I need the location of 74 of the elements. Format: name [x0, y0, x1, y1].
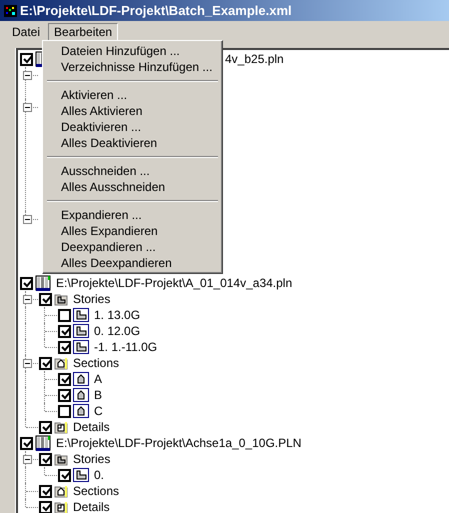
tree-label[interactable]: 1. 13.0G — [94, 308, 140, 322]
checkbox[interactable] — [39, 452, 52, 466]
tree-label[interactable]: Details — [73, 500, 110, 513]
tree-label[interactable]: 0. 12.0G — [94, 324, 140, 338]
tree-label[interactable]: Stories — [73, 452, 110, 466]
checkbox[interactable] — [39, 484, 52, 498]
folder-icon — [54, 484, 68, 498]
menu-option[interactable]: Alles Expandieren — [45, 223, 220, 239]
floor-plan-icon — [73, 324, 89, 338]
checkbox[interactable] — [58, 308, 71, 322]
collapse-icon[interactable] — [23, 103, 32, 112]
house-icon — [73, 404, 89, 418]
menu-option[interactable]: Alles Ausschneiden — [45, 179, 220, 195]
house-icon — [73, 388, 89, 402]
check-icon — [23, 438, 32, 448]
menu-option[interactable]: Aktivieren ... — [45, 87, 220, 103]
folder-icon — [54, 452, 68, 466]
checkbox[interactable] — [39, 356, 52, 370]
checkbox[interactable] — [39, 420, 52, 434]
checkbox[interactable] — [58, 340, 71, 354]
file-path[interactable]: E:\Projekte\LDF-Projekt\A_01_014v_a34.pln — [56, 276, 292, 290]
floor-plan-icon — [73, 340, 89, 354]
checkbox[interactable] — [39, 292, 52, 306]
collapse-icon[interactable] — [23, 359, 32, 368]
check-icon — [42, 422, 51, 432]
menu-option[interactable]: Deaktivieren ... — [45, 119, 220, 135]
menu-option[interactable]: Alles Deexpandieren — [45, 255, 220, 271]
file-path[interactable]: E:\Projekte\LDF-Projekt\Achse1a_0_10G.PLN — [56, 436, 302, 450]
menu-option[interactable]: Alles Aktivieren — [45, 103, 220, 119]
checkbox[interactable] — [58, 372, 71, 386]
folder-icon — [54, 292, 68, 306]
folder-icon — [54, 420, 68, 434]
menu-option[interactable]: Dateien Hinzufügen ... — [45, 43, 220, 59]
menu-option[interactable]: Expandieren ... — [45, 207, 220, 223]
check-icon — [42, 294, 51, 304]
house-icon — [73, 372, 89, 386]
tree-label[interactable]: B — [94, 388, 102, 402]
tree-label[interactable]: Sections — [73, 356, 120, 370]
menu-option[interactable]: Alles Deaktivieren — [45, 135, 220, 151]
collapse-icon[interactable] — [23, 295, 32, 304]
checkbox[interactable] — [58, 388, 71, 402]
check-icon — [23, 278, 32, 288]
floor-plan-icon — [73, 308, 89, 322]
check-icon — [42, 454, 51, 464]
app-icon — [4, 4, 17, 16]
checkbox[interactable] — [20, 52, 33, 66]
checkbox[interactable] — [20, 276, 33, 290]
menu-option[interactable]: Verzeichnisse Hinzufügen ... — [45, 59, 220, 75]
check-icon — [42, 358, 51, 368]
file-path[interactable]: 4v_b25.pln — [225, 52, 284, 66]
checkbox[interactable] — [58, 468, 71, 482]
check-icon — [61, 470, 70, 480]
collapse-icon[interactable] — [23, 71, 32, 80]
folder-icon — [54, 356, 68, 370]
tree-label[interactable]: Stories — [73, 292, 110, 306]
menu-item[interactable]: Datei — [6, 22, 46, 40]
checkbox[interactable] — [39, 500, 52, 513]
checkbox[interactable] — [58, 324, 71, 338]
window-title: E:\Projekte\LDF-Projekt\Batch_Example.xml — [20, 3, 292, 18]
menu-option[interactable]: Deexpandieren ... — [45, 239, 220, 255]
check-icon — [23, 54, 32, 64]
menu-option[interactable]: Ausschneiden ... — [45, 163, 220, 179]
tree-label[interactable]: A — [94, 372, 102, 386]
floor-plan-icon — [73, 468, 89, 482]
tree-label[interactable]: 0. — [94, 468, 104, 482]
tree-label[interactable]: Sections — [73, 484, 120, 498]
checkbox[interactable] — [20, 436, 33, 450]
collapse-icon[interactable] — [23, 215, 32, 224]
checkbox[interactable] — [58, 404, 71, 418]
document-icon — [35, 435, 51, 451]
tree-label[interactable]: C — [94, 404, 103, 418]
tree-label[interactable]: -1. 1.-11.0G — [94, 340, 158, 354]
collapse-icon[interactable] — [23, 455, 32, 464]
tree-label[interactable]: Details — [73, 420, 110, 434]
